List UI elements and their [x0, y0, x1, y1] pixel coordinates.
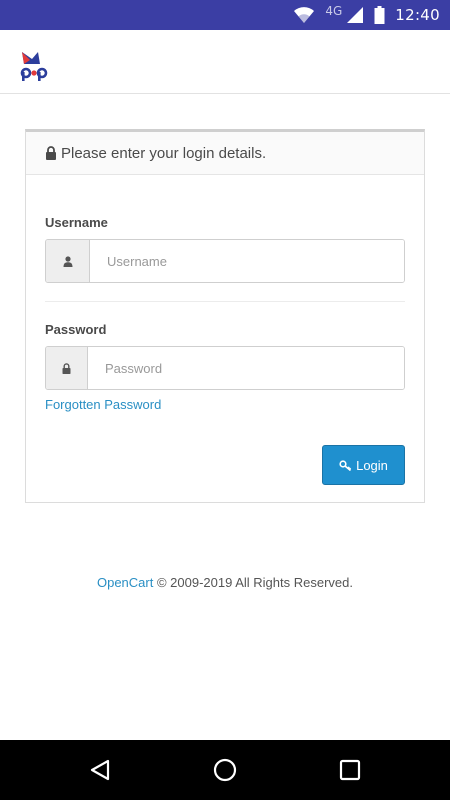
login-button-label: Login — [356, 457, 388, 473]
password-label: Password — [45, 322, 107, 337]
network-type: 4G — [325, 4, 343, 18]
password-input[interactable] — [88, 347, 404, 389]
navigation-bar — [0, 740, 450, 800]
app-header — [0, 30, 450, 94]
copyright-text: © 2009-2019 All Rights Reserved. — [153, 575, 353, 590]
user-icon — [63, 255, 72, 267]
home-icon[interactable] — [213, 758, 237, 782]
panel-heading-text: Please enter your login details. — [61, 144, 267, 162]
username-label: Username — [45, 215, 108, 230]
wifi-icon — [294, 7, 315, 23]
footer: OpenCart © 2009-2019 All Rights Reserved… — [0, 575, 450, 590]
lock-icon — [46, 146, 56, 160]
username-input[interactable] — [90, 240, 404, 282]
signal-icon — [347, 7, 364, 23]
recents-icon[interactable] — [338, 758, 362, 782]
password-input-group — [45, 346, 405, 390]
clock: 12:40 — [395, 6, 440, 24]
login-button[interactable]: Login — [322, 445, 405, 485]
username-input-group — [45, 239, 405, 283]
password-addon — [46, 347, 88, 389]
panel-heading: Please enter your login details. — [26, 132, 424, 175]
login-panel: Please enter your login details. Usernam… — [25, 129, 425, 503]
username-addon — [46, 240, 90, 282]
battery-icon — [374, 6, 385, 24]
status-bar: 4G 12:40 — [0, 0, 450, 30]
lock-icon — [62, 362, 71, 374]
opencart-link[interactable]: OpenCart — [97, 575, 153, 590]
back-icon[interactable] — [88, 758, 112, 782]
forgotten-password-link[interactable]: Forgotten Password — [45, 397, 161, 412]
pop-logo[interactable] — [18, 50, 50, 82]
status-icons: 4G 12:40 — [293, 0, 440, 30]
form-divider — [45, 301, 405, 302]
key-icon — [339, 459, 352, 471]
